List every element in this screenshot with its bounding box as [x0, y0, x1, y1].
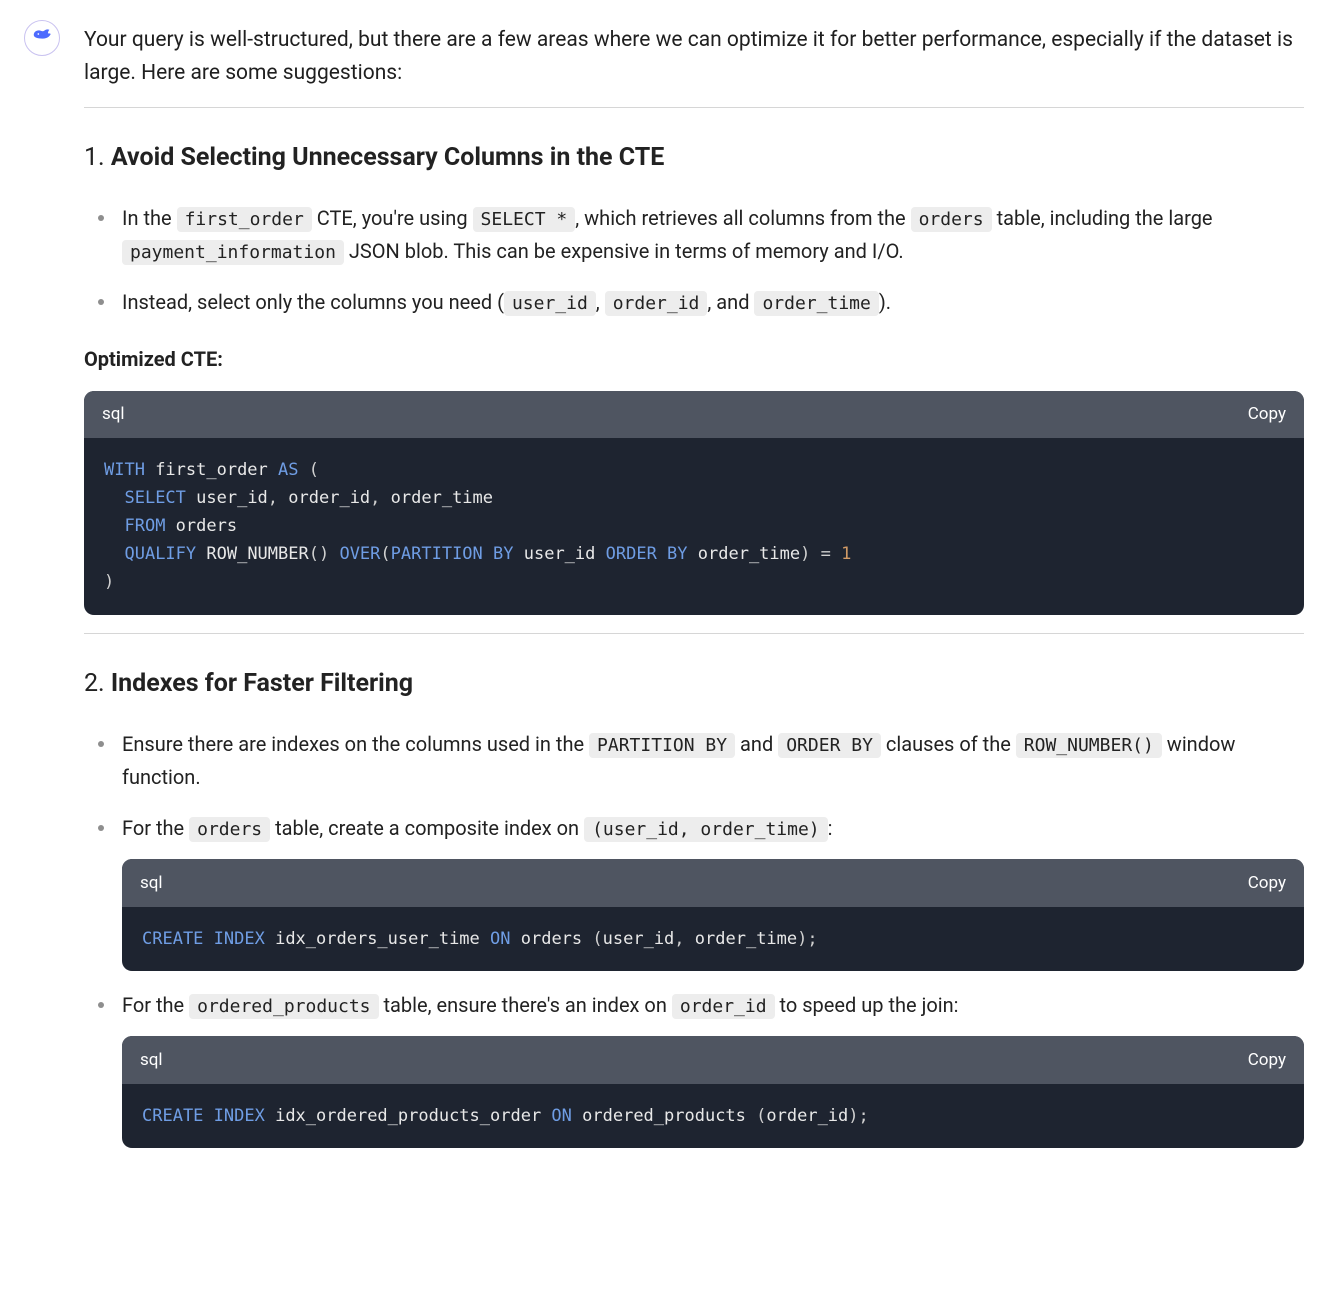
code-block-index-ordered-products: sql Copy CREATE INDEX idx_ordered_produc… — [122, 1036, 1304, 1148]
list-item: For the orders table, create a composite… — [98, 812, 1304, 971]
inline-code: orders — [189, 817, 270, 842]
inline-code: ORDER BY — [778, 733, 881, 758]
optimized-cte-subheading: Optimized CTE: — [84, 343, 1304, 375]
inline-code: ordered_products — [189, 994, 378, 1019]
code-language-label: sql — [140, 1046, 163, 1074]
section-2-heading: 2. Indexes for Faster Filtering — [84, 664, 1304, 704]
inline-code: orders — [911, 207, 992, 232]
inline-code: user_id — [504, 291, 596, 316]
copy-button[interactable]: Copy — [1248, 869, 1286, 897]
code-language-label: sql — [102, 401, 125, 428]
inline-code: order_id — [672, 994, 775, 1019]
copy-button[interactable]: Copy — [1248, 401, 1286, 428]
inline-code: (user_id, order_time) — [584, 817, 828, 842]
inline-code: SELECT * — [473, 207, 576, 232]
assistant-avatar — [24, 20, 60, 56]
code-content[interactable]: WITH first_order AS ( SELECT user_id, or… — [84, 438, 1304, 614]
divider — [84, 633, 1304, 634]
inline-code: ROW_NUMBER() — [1016, 733, 1162, 758]
copy-button[interactable]: Copy — [1248, 1046, 1286, 1074]
list-item: Instead, select only the columns you nee… — [98, 286, 1304, 319]
intro-paragraph: Your query is well-structured, but there… — [84, 24, 1304, 89]
inline-code: PARTITION BY — [589, 733, 735, 758]
code-content[interactable]: CREATE INDEX idx_ordered_products_order … — [122, 1084, 1304, 1148]
code-content[interactable]: CREATE INDEX idx_orders_user_time ON ord… — [122, 907, 1304, 971]
code-block-index-orders: sql Copy CREATE INDEX idx_orders_user_ti… — [122, 859, 1304, 971]
section-1-heading: 1. Avoid Selecting Unnecessary Columns i… — [84, 138, 1304, 178]
inline-code: order_time — [754, 291, 878, 316]
inline-code: order_id — [605, 291, 708, 316]
list-item: Ensure there are indexes on the columns … — [98, 728, 1304, 794]
inline-code: payment_information — [122, 240, 344, 265]
list-item: For the ordered_products table, ensure t… — [98, 989, 1304, 1148]
divider — [84, 107, 1304, 108]
whale-icon — [31, 22, 53, 54]
list-item: In the first_order CTE, you're using SEL… — [98, 202, 1304, 268]
code-language-label: sql — [140, 869, 163, 897]
inline-code: first_order — [177, 207, 312, 232]
code-block-cte: sql Copy WITH first_order AS ( SELECT us… — [84, 391, 1304, 614]
